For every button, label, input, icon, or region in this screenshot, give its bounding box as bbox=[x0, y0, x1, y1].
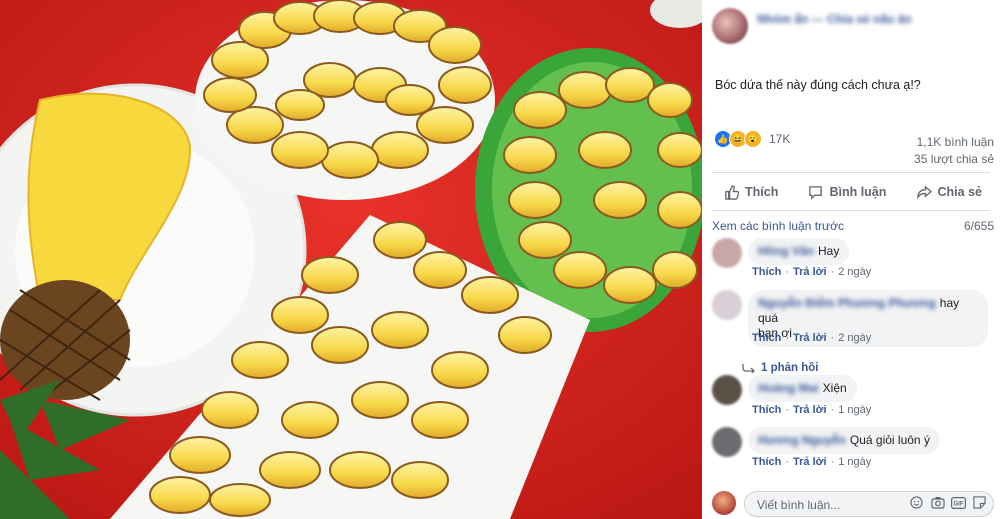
comment-button[interactable]: Bình luận bbox=[796, 185, 898, 200]
share-count[interactable]: 35 lượt chia sẻ bbox=[914, 151, 994, 168]
comment-reply-link[interactable]: Trả lời bbox=[793, 456, 827, 468]
share-button[interactable]: Chia sẻ bbox=[905, 184, 994, 200]
pineapple-photo bbox=[0, 0, 702, 519]
comment-like-link[interactable]: Thích bbox=[752, 404, 781, 416]
comment-bubble: Hoàng Mai Xiện bbox=[748, 375, 857, 402]
comment-item: Hoàng Mai Xiện Thích · Trả lời · 1 ngày bbox=[712, 375, 994, 419]
comment-time[interactable]: 2 ngày bbox=[838, 332, 871, 344]
comments-header: Xem các bình luận trước 6/655 bbox=[712, 219, 994, 233]
svg-text:GIF: GIF bbox=[954, 501, 964, 507]
action-bar: Thích Bình luận Chia sẻ bbox=[712, 178, 994, 206]
view-replies-link[interactable]: 1 phản hồi bbox=[742, 362, 819, 374]
comment-item: Hồng Vân Hay Thích · Trả lời · 2 ngày bbox=[712, 238, 994, 282]
commenter-name[interactable]: Hồng Vân bbox=[758, 244, 814, 258]
comment-label: Bình luận bbox=[829, 185, 887, 199]
emoji-icon[interactable] bbox=[909, 495, 924, 510]
comment-text: Quá giỏi luôn ý bbox=[849, 433, 930, 447]
view-previous-comments-link[interactable]: Xem các bình luận trước bbox=[712, 219, 844, 233]
comment-time[interactable]: 2 ngày bbox=[838, 266, 871, 278]
reaction-count: 17K bbox=[769, 132, 791, 146]
comment-input[interactable] bbox=[755, 495, 889, 515]
comment-count[interactable]: 1,1K bình luận bbox=[914, 134, 994, 151]
commenter-name[interactable]: Nguyễn Điểm Phương Phương bbox=[758, 296, 936, 310]
post-sidebar: Nhóm ẩn — Chia sẻ nấu ăn Bóc dứa thế này… bbox=[702, 0, 1000, 519]
comment-like-link[interactable]: Thích bbox=[752, 332, 781, 344]
post-stats: 1,1K bình luận 35 lượt chia sẻ bbox=[914, 134, 994, 168]
comment-meta: Thích · Trả lời · 2 ngày bbox=[752, 332, 872, 344]
commenter-avatar[interactable] bbox=[712, 290, 742, 320]
comment-meta: Thích · Trả lời · 1 ngày bbox=[752, 404, 872, 416]
camera-icon[interactable] bbox=[930, 495, 945, 510]
commenter-avatar[interactable] bbox=[712, 238, 742, 268]
comment-bubble: Hương Nguyễn Quá giỏi luôn ý bbox=[748, 427, 940, 454]
comment-time[interactable]: 1 ngày bbox=[838, 404, 871, 416]
comment-like-link[interactable]: Thích bbox=[752, 456, 781, 468]
share-icon bbox=[916, 184, 932, 199]
like-button[interactable]: Thích bbox=[712, 184, 790, 200]
reply-arrow-icon bbox=[742, 364, 755, 373]
comment-text: Hay bbox=[818, 244, 840, 258]
post-caption: Bóc dứa thế này đúng cách chưa ạ!? bbox=[715, 78, 921, 92]
commenter-name[interactable]: Hương Nguyễn bbox=[758, 433, 846, 447]
post-photo[interactable] bbox=[0, 0, 702, 519]
reaction-summary[interactable]: 👍 😆 😮 17K bbox=[714, 129, 790, 149]
comment-item: Hương Nguyễn Quá giỏi luôn ý Thích · Trả lờ… bbox=[712, 427, 994, 471]
share-label: Chia sẻ bbox=[937, 185, 982, 199]
comment-icon bbox=[809, 185, 823, 200]
comment-reply-link[interactable]: Trả lời bbox=[793, 404, 827, 416]
post-header: Nhóm ẩn — Chia sẻ nấu ăn bbox=[712, 8, 992, 48]
commenter-avatar[interactable] bbox=[712, 375, 742, 405]
author-avatar[interactable] bbox=[712, 8, 748, 44]
composer-icons: GIF bbox=[909, 495, 987, 510]
sticker-icon[interactable] bbox=[972, 495, 987, 510]
wow-reaction-icon: 😮 bbox=[744, 130, 762, 148]
comment-input-box[interactable]: GIF bbox=[744, 491, 994, 517]
divider bbox=[712, 210, 990, 211]
commenter-name[interactable]: Hoàng Mai bbox=[758, 381, 819, 395]
comment-like-link[interactable]: Thích bbox=[752, 266, 781, 278]
comments-count: 6/655 bbox=[963, 219, 994, 233]
commenter-avatar[interactable] bbox=[712, 427, 742, 457]
current-user-avatar[interactable] bbox=[712, 491, 736, 515]
divider bbox=[712, 172, 990, 173]
replies-label: 1 phản hồi bbox=[761, 362, 819, 374]
author-name[interactable]: Nhóm ẩn — Chia sẻ nấu ăn bbox=[757, 12, 947, 26]
like-label: Thích bbox=[745, 185, 779, 199]
comment-meta: Thích · Trả lời · 2 ngày bbox=[752, 266, 872, 278]
comment-text: Xiện bbox=[822, 381, 847, 395]
comment-time[interactable]: 1 ngày bbox=[838, 456, 871, 468]
gif-icon[interactable]: GIF bbox=[951, 495, 966, 510]
thumbs-up-icon bbox=[725, 184, 739, 200]
comment-reply-link[interactable]: Trả lời bbox=[793, 332, 827, 344]
comment-bubble: Hồng Vân Hay bbox=[748, 238, 850, 265]
comment-reply-link[interactable]: Trả lời bbox=[793, 266, 827, 278]
comment-meta: Thích · Trả lời · 1 ngày bbox=[752, 456, 872, 468]
comment-composer: GIF bbox=[712, 491, 994, 517]
comment-item: Nguyễn Điểm Phương Phương hay quá bạn ơi … bbox=[712, 290, 994, 360]
